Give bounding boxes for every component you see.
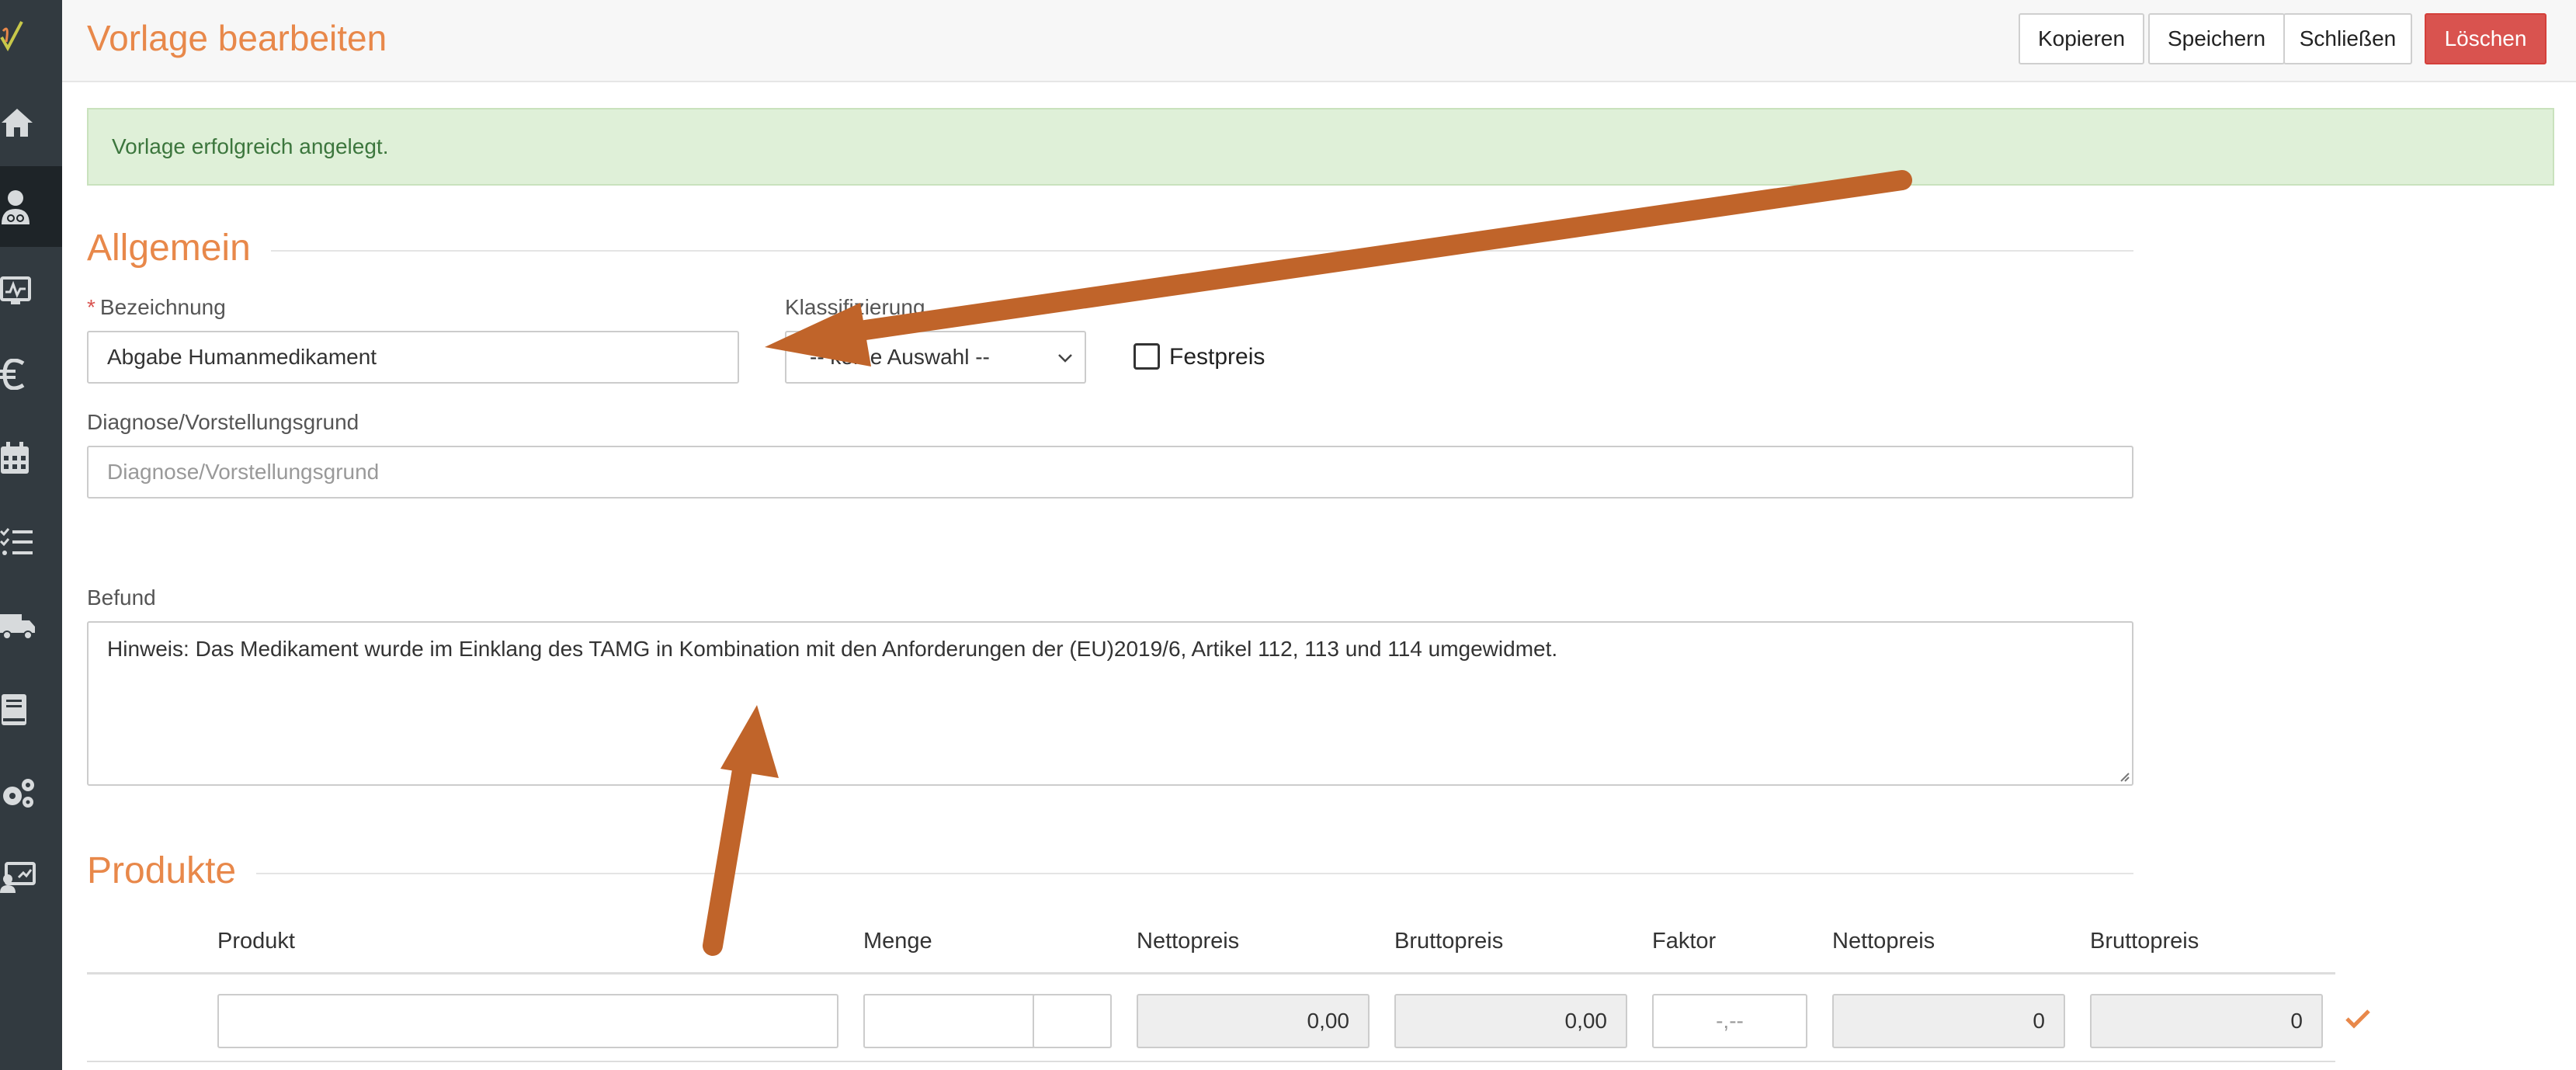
save-button[interactable]: Speichern [2148, 13, 2285, 64]
sidebar-item-support[interactable] [0, 837, 62, 918]
designation-input[interactable] [87, 331, 739, 384]
finding-textarea[interactable]: Hinweis: Das Medikament wurde im Einklan… [87, 621, 2133, 786]
sidebar-item-patients[interactable] [0, 166, 62, 247]
column-header-product: Produkt [217, 929, 295, 954]
designation-label: * Bezeichnung [87, 295, 226, 319]
page-header: Vorlage bearbeiten Kopieren Speichern Sc… [62, 0, 2576, 82]
sidebar-item-book[interactable] [0, 669, 62, 750]
cogs-icon [3, 779, 34, 808]
column-header-quantity: Menge [863, 929, 932, 954]
column-header-factor: Faktor [1652, 929, 1717, 954]
page-title: Vorlage bearbeiten [87, 18, 387, 58]
gross-total-field: 0 [2090, 994, 2323, 1048]
resize-grip-icon[interactable] [2116, 769, 2130, 783]
delete-button[interactable]: Löschen [2425, 13, 2546, 64]
section-divider [87, 873, 2133, 874]
factor-field[interactable]: -,-- [1652, 994, 1807, 1048]
quantity-input[interactable] [863, 994, 1036, 1048]
calendar-icon [1, 442, 29, 474]
finding-label: Befund [87, 585, 156, 610]
table-row-rule [87, 1061, 2335, 1062]
alert-message: Vorlage erfolgreich angelegt. [112, 134, 389, 158]
column-header-gross-price: Bruttopreis [1394, 929, 1504, 954]
euro-icon [0, 359, 25, 390]
checklist-icon [0, 528, 33, 555]
user-medical-icon [2, 190, 30, 224]
unit-input[interactable] [1033, 994, 1112, 1048]
success-alert: Vorlage erfolgreich angelegt. [87, 108, 2554, 186]
sidebar-item-tasks[interactable] [0, 502, 62, 582]
fixed-price-label: Festpreis [1169, 344, 1265, 370]
classification-label: Klassifizierung [785, 295, 925, 319]
gross-price-field: 0,00 [1394, 994, 1627, 1048]
required-mark: * [87, 295, 95, 319]
diagnosis-label: Diagnose/Vorstellungsgrund [87, 410, 359, 434]
sidebar-item-delivery[interactable] [0, 585, 62, 666]
sidebar-item-settings[interactable] [0, 753, 62, 834]
column-header-gross-total: Bruttopreis [2090, 929, 2199, 954]
diagnosis-input[interactable] [87, 446, 2133, 499]
section-title-general: Allgemein [87, 227, 271, 269]
classification-value: -- keine Auswahl -- [810, 345, 990, 369]
sidebar-item-monitor[interactable] [0, 250, 62, 331]
sidebar [0, 0, 62, 1070]
close-button[interactable]: Schließen [2283, 13, 2412, 64]
fixed-price-checkbox[interactable] [1134, 343, 1160, 370]
product-input[interactable] [217, 994, 838, 1048]
column-header-net-price: Nettopreis [1137, 929, 1240, 954]
book-icon [2, 694, 26, 725]
monitor-chart-icon [0, 276, 31, 304]
table-header-rule [87, 972, 2335, 974]
net-price-field: 0,00 [1137, 994, 1370, 1048]
sidebar-item-calendar[interactable] [0, 418, 62, 499]
column-header-net-total: Nettopreis [1832, 929, 1935, 954]
screen-user-icon [0, 862, 36, 893]
home-icon [2, 109, 33, 137]
truck-icon [0, 614, 35, 640]
section-title-products: Produkte [87, 849, 257, 892]
net-total-field: 0 [1832, 994, 2065, 1048]
app-logo[interactable] [0, 8, 23, 62]
copy-button[interactable]: Kopieren [2019, 13, 2144, 64]
sidebar-item-billing[interactable] [0, 334, 62, 415]
sidebar-item-home[interactable] [0, 82, 62, 163]
section-divider [87, 250, 2133, 252]
chevron-down-icon [1058, 354, 1072, 363]
classification-select[interactable]: -- keine Auswahl -- [785, 331, 1086, 384]
check-icon[interactable] [2345, 1008, 2371, 1030]
